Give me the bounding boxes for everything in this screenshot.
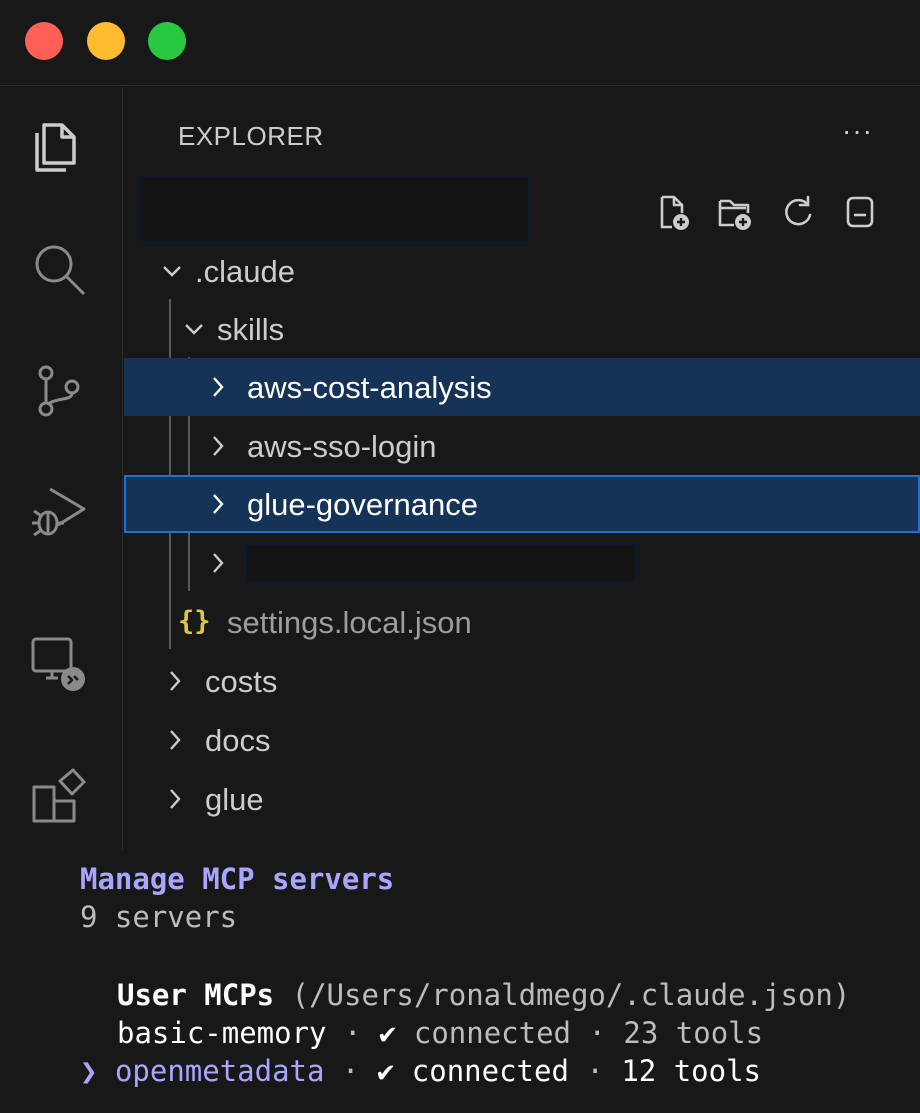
tree-label: aws-cost-analysis	[247, 370, 492, 405]
cursor-icon: ❯	[80, 1054, 98, 1088]
terminal-panel: Manage MCP servers 9 servers User MCPs (…	[0, 850, 920, 1113]
server-status: connected	[411, 1054, 569, 1088]
json-file-icon: {}	[178, 606, 211, 637]
run-debug-icon[interactable]	[28, 479, 90, 541]
tree-label: skills	[217, 312, 285, 347]
title-bar	[0, 0, 920, 86]
new-file-icon[interactable]	[654, 191, 694, 233]
files-icon[interactable]	[28, 115, 90, 177]
tree-label: aws-sso-login	[247, 429, 437, 464]
tree-label: docs	[205, 723, 271, 758]
section-path: (/Users/ronaldmego/.claude.json)	[291, 978, 851, 1012]
tree-label: settings.local.json	[227, 605, 472, 640]
separator: ·	[588, 1016, 606, 1050]
server-tools: 12 tools	[621, 1054, 762, 1088]
minimize-window-button[interactable]	[87, 22, 125, 60]
tree-folder-skills[interactable]: skills	[124, 300, 920, 358]
chevron-right-icon	[163, 664, 187, 698]
tree-label: .claude	[195, 254, 295, 289]
tree-folder-claude[interactable]: .claude	[124, 242, 920, 300]
chevron-right-icon	[206, 370, 230, 404]
chevron-right-icon	[206, 546, 230, 580]
chevron-right-icon	[163, 723, 187, 757]
server-count: 9 servers	[80, 900, 238, 934]
search-icon[interactable]	[28, 237, 90, 299]
mcp-server-row-selected[interactable]: ❯ openmetadata · ✔ connected · 12 tools	[80, 1054, 761, 1088]
check-icon: ✔	[378, 1016, 397, 1050]
tree-folder-glue[interactable]: glue	[124, 770, 920, 828]
tree-folder-glue-governance[interactable]: glue-governance	[124, 475, 920, 533]
redacted-workspace-name	[138, 175, 530, 243]
tree-folder-aws-sso-login[interactable]: aws-sso-login	[124, 417, 920, 475]
server-name: basic-memory	[117, 1016, 327, 1050]
close-window-button[interactable]	[25, 22, 63, 60]
chevron-right-icon	[163, 782, 187, 816]
explorer-sidebar: EXPLORER ··· .claude skills aws-cost-ana…	[124, 87, 920, 850]
more-actions-button[interactable]: ···	[842, 115, 873, 147]
separator: ·	[341, 1054, 360, 1088]
server-tools: 23 tools	[623, 1016, 764, 1050]
refresh-icon[interactable]	[778, 191, 818, 233]
tree-label: glue-governance	[247, 487, 478, 522]
explorer-title: EXPLORER	[178, 121, 324, 151]
section-label: User MCPs	[117, 978, 275, 1012]
user-mcps-section: User MCPs (/Users/ronaldmego/.claude.jso…	[117, 978, 850, 1012]
tree-label: glue	[205, 782, 264, 817]
chevron-down-icon	[182, 312, 206, 346]
mcp-heading: Manage MCP servers	[80, 862, 395, 896]
separator: ·	[586, 1054, 604, 1088]
chevron-down-icon	[160, 254, 184, 288]
collapse-all-icon[interactable]	[840, 191, 880, 233]
remote-explorer-icon[interactable]	[28, 632, 90, 694]
check-icon: ✔	[376, 1054, 395, 1088]
server-name: openmetadata	[114, 1054, 325, 1088]
server-status: connected	[413, 1016, 571, 1050]
activity-bar	[0, 87, 123, 850]
mcp-server-row[interactable]: basic-memory · ✔ connected · 23 tools	[117, 1016, 763, 1050]
extensions-icon[interactable]	[28, 765, 90, 827]
tree-folder-costs[interactable]: costs	[124, 652, 920, 710]
separator: ·	[343, 1016, 362, 1050]
tree-folder-aws-cost-analysis[interactable]: aws-cost-analysis	[124, 358, 920, 416]
source-control-icon[interactable]	[28, 359, 90, 421]
tree-label: costs	[205, 664, 278, 699]
redacted-folder-name	[245, 543, 637, 583]
tree-folder-docs[interactable]: docs	[124, 711, 920, 769]
tree-file-settings-local-json[interactable]: {} settings.local.json	[124, 593, 920, 651]
tree-folder-redacted[interactable]	[124, 534, 920, 592]
chevron-right-icon	[206, 429, 230, 463]
new-folder-icon[interactable]	[716, 191, 756, 233]
maximize-window-button[interactable]	[148, 22, 186, 60]
chevron-right-icon	[206, 487, 230, 521]
